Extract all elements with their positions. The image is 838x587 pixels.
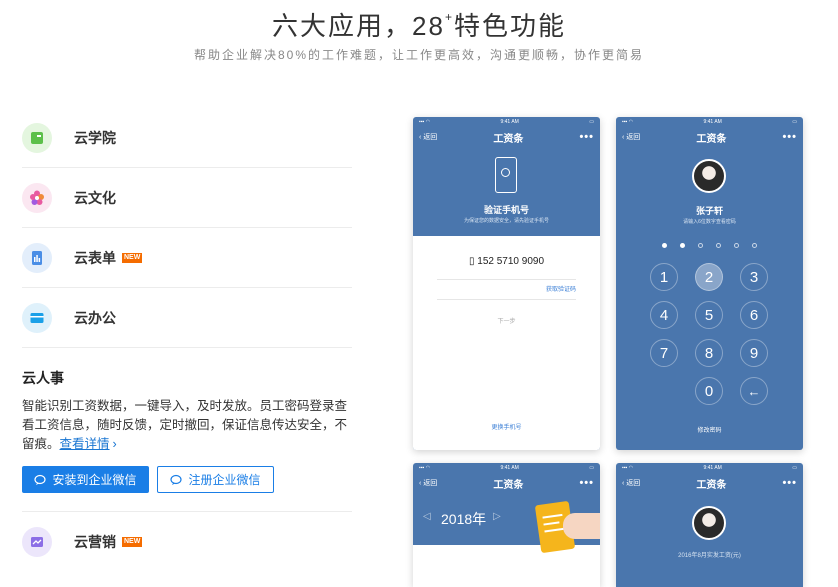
phone-verify: ▪▪▪ ◠ 9:41 AM ▭ ‹ 返回 工资条 ••• 验证手机号 为保证您的数据…: [413, 117, 600, 450]
more-icon[interactable]: •••: [579, 477, 594, 489]
status-bar: ▪▪▪ ◠ 9:41 AM ▭: [419, 119, 594, 125]
new-badge: NEW: [122, 536, 143, 547]
feature-detail-hr: 云人事 智能识别工资数据，一键导入，及时发放。员工密码登录查看工资信息，随时反馈…: [22, 348, 352, 507]
key-9[interactable]: 9: [740, 339, 768, 367]
page: 六大应用，28+特色功能 帮助企业解决80%的工作难题，让工作更高效，沟通更顺畅…: [0, 0, 838, 587]
form-icon: [22, 242, 52, 273]
nav-title: 工资条: [696, 133, 727, 145]
feature-item-form[interactable]: 云表单 NEW: [22, 228, 352, 288]
backspace-key[interactable]: ←: [740, 377, 768, 405]
back-button[interactable]: ‹ 返回: [419, 478, 437, 488]
key-2[interactable]: 2: [695, 263, 723, 291]
hero-title: 六大应用，28+特色功能: [272, 10, 566, 41]
payslip-list: [413, 545, 600, 587]
key-7[interactable]: 7: [650, 339, 678, 367]
feature-item-marketing[interactable]: 云营销 NEW: [22, 511, 352, 571]
feature-label: 云表单: [74, 249, 116, 266]
install-button-label: 安装到企业微信: [52, 473, 137, 487]
phone-payslip-year: ▪▪▪ ◠ 9:41 AM ▭ ‹ 返回 工资条 ••• ◁ 2018年 ▷: [413, 463, 600, 587]
view-details-link[interactable]: 查看详情 ›: [60, 437, 117, 451]
verify-hint: 为保证您的数据安全，请先验证手机号: [463, 218, 549, 224]
more-icon[interactable]: •••: [782, 131, 797, 143]
prev-year-icon[interactable]: ◁: [423, 511, 431, 522]
feature-item-office[interactable]: 云办公: [22, 288, 352, 348]
feature-label: 云营销: [74, 533, 116, 550]
nav-title: 工资条: [493, 479, 524, 491]
book-icon: [22, 122, 52, 153]
key-6[interactable]: 6: [740, 301, 768, 329]
nav-bar: ‹ 返回 工资条 •••: [413, 473, 600, 493]
phone-icon: [495, 157, 517, 193]
status-bar: ▪▪▪ ◠ 9:41 AM ▭: [419, 465, 594, 471]
more-icon[interactable]: •••: [579, 131, 594, 143]
year-label: 2018年: [441, 511, 487, 527]
feature-label: 云文化: [74, 189, 116, 206]
mobile-icon: ▯: [468, 256, 475, 267]
verify-form: ▯ 152 5710 9090 获取验证码 下一步 更换手机号: [413, 236, 600, 450]
status-bar: ▪▪▪ ◠ 9:41 AM ▭: [622, 119, 797, 125]
avatar: [692, 159, 726, 193]
key-4[interactable]: 4: [650, 301, 678, 329]
change-phone-link[interactable]: 更换手机号: [413, 422, 600, 431]
phone-number: ▯ 152 5710 9090: [468, 256, 545, 267]
change-password-link[interactable]: 修改密码: [616, 425, 803, 434]
hand-illustration: [563, 513, 600, 539]
install-button[interactable]: 安装到企业微信: [22, 466, 149, 493]
feature-list: 云学院 云文化 云表单 NEW 云办公 云人事 智能识别工资数据，一键导入，及时…: [22, 108, 352, 571]
feature-item-culture[interactable]: 云文化: [22, 168, 352, 228]
folder-icon: [22, 302, 52, 333]
register-button-label: 注册企业微信: [188, 473, 261, 487]
back-button[interactable]: ‹ 返回: [622, 478, 640, 488]
nav-title: 工资条: [493, 133, 524, 145]
feature-label: 云办公: [74, 309, 116, 326]
feature-item-academy[interactable]: 云学院: [22, 108, 352, 168]
back-button[interactable]: ‹ 返回: [419, 132, 437, 142]
phone-password: ▪▪▪ ◠ 9:41 AM ▭ ‹ 返回 工资条 ••• 张子轩 请输入6位数字查看…: [616, 117, 803, 450]
key-3[interactable]: 3: [740, 263, 768, 291]
password-hint: 请输入6位数字查看密码: [683, 219, 736, 225]
detail-title: 云人事: [22, 370, 64, 386]
salary-caption: 2016年8月实发工资(元): [678, 553, 741, 559]
detail-description: 智能识别工资数据，一键导入，及时发放。员工密码登录查看工资信息，随时反馈，定时撤…: [22, 397, 352, 454]
nav-bar: ‹ 返回 工资条 •••: [616, 127, 803, 147]
hero-subtitle: 帮助企业解决80%的工作难题，让工作更高效，沟通更顺畅，协作更简易: [193, 48, 645, 62]
nav-bar: ‹ 返回 工资条 •••: [616, 473, 803, 493]
wechat-outline-icon: [170, 474, 183, 485]
more-icon[interactable]: •••: [782, 477, 797, 489]
action-buttons: 安装到企业微信 注册企业微信: [22, 466, 352, 497]
back-button[interactable]: ‹ 返回: [622, 132, 640, 142]
key-8[interactable]: 8: [695, 339, 723, 367]
chevron-right-icon: ›: [112, 437, 117, 451]
key-1[interactable]: 1: [650, 263, 678, 291]
nav-bar: ‹ 返回 工资条 •••: [413, 127, 600, 147]
avatar: [692, 506, 726, 540]
wechat-icon: [34, 474, 47, 485]
flower-icon: [22, 182, 52, 213]
key-5[interactable]: 5: [695, 301, 723, 329]
phone-payslip-detail: ▪▪▪ ◠ 9:41 AM ▭ ‹ 返回 工资条 ••• 2016年8月实发工资(元…: [616, 463, 803, 587]
key-0[interactable]: 0: [695, 377, 723, 405]
chart-icon: [22, 526, 52, 557]
get-code-link[interactable]: 获取验证码: [546, 284, 576, 293]
new-badge: NEW: [122, 252, 143, 263]
user-name: 张子轩: [695, 206, 723, 216]
next-year-icon[interactable]: ▷: [493, 511, 501, 522]
feature-label: 云学院: [74, 129, 116, 146]
nav-title: 工资条: [696, 479, 727, 491]
status-bar: ▪▪▪ ◠ 9:41 AM ▭: [622, 465, 797, 471]
register-button[interactable]: 注册企业微信: [157, 466, 274, 493]
verify-heading: 验证手机号: [483, 205, 529, 215]
next-button[interactable]: 下一步: [413, 316, 600, 325]
